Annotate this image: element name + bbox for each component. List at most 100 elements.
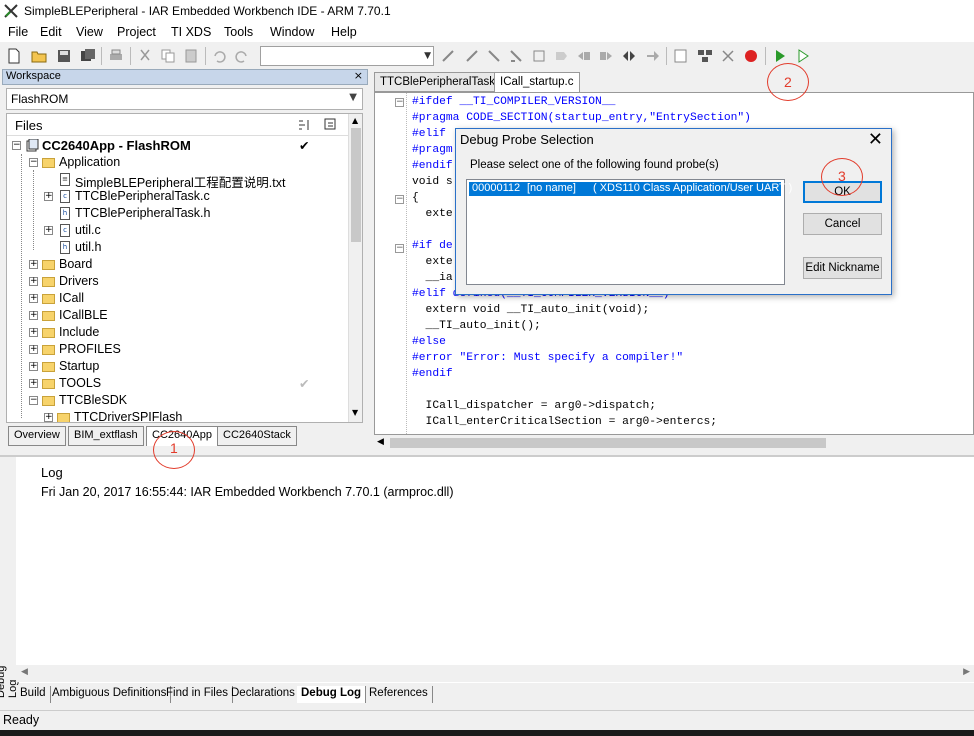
log-horizontal-scrollbar[interactable]: ◀ ▶	[16, 665, 974, 682]
prev-bookmark-icon[interactable]	[576, 48, 592, 64]
scroll-left-icon[interactable]: ◀	[21, 667, 28, 677]
compile-icon[interactable]	[673, 48, 689, 64]
tree-item-folder[interactable]: + Board	[7, 256, 347, 273]
menu-project[interactable]: Project	[117, 25, 156, 39]
fold-collapse-icon[interactable]: −	[395, 195, 404, 204]
cut-icon[interactable]	[137, 48, 153, 64]
tab-find-in-files[interactable]: Find in Files	[162, 686, 233, 703]
expand-icon[interactable]: +	[29, 345, 38, 354]
print-icon[interactable]	[108, 48, 124, 64]
scrollbar-thumb[interactable]	[390, 438, 826, 448]
expand-icon[interactable]: +	[29, 277, 38, 286]
tab-icall-startup-c[interactable]: ICall_startup.c	[494, 72, 580, 92]
tree-item-folder[interactable]: + Startup	[7, 358, 347, 375]
expand-icon[interactable]: +	[44, 226, 53, 235]
menu-help[interactable]: Help	[331, 25, 357, 39]
probe-list[interactable]: 00000112 [no name] ( XDS110 Class Applic…	[466, 179, 792, 285]
tab-debug-log[interactable]: Debug Log	[297, 686, 367, 703]
tree-item-project[interactable]: − CC2640App - FlashROM ✔	[7, 137, 347, 154]
menu-window[interactable]: Window	[270, 25, 314, 39]
cancel-button[interactable]: Cancel	[803, 213, 882, 235]
fold-collapse-icon[interactable]: −	[395, 244, 404, 253]
tab-ambiguous-definitions[interactable]: Ambiguous Definitions	[48, 686, 172, 703]
close-icon[interactable]: ✕	[868, 129, 883, 150]
find-next-icon[interactable]	[440, 48, 456, 64]
tab-ttcbleperipheraltask-c[interactable]: TTCBlePeripheralTask.c	[374, 72, 510, 92]
make-icon[interactable]	[697, 48, 713, 64]
breakpoint-icon[interactable]	[743, 48, 759, 64]
tree-item-folder[interactable]: − TTCBleSDK	[7, 392, 347, 409]
tree-item-file[interactable]: h TTCBlePeripheralTask.h	[7, 205, 347, 222]
tree-item-folder[interactable]: + PROFILES	[7, 341, 347, 358]
next-bookmark-icon[interactable]	[598, 48, 614, 64]
find-combo[interactable]: ▼	[260, 46, 434, 66]
debug-log-side-tab[interactable]: Debug Log	[0, 457, 19, 702]
chevron-down-icon[interactable]: ▼	[349, 92, 357, 103]
expand-icon[interactable]: +	[29, 311, 38, 320]
scroll-right-icon[interactable]: ▶	[963, 667, 970, 677]
tree-item-folder[interactable]: + ICallBLE	[7, 307, 347, 324]
tree-item-application[interactable]: − Application	[7, 154, 347, 171]
scroll-up-icon[interactable]: ▲	[352, 116, 358, 125]
menu-tools[interactable]: Tools	[224, 25, 253, 39]
tree-item-folder[interactable]: + ICall	[7, 290, 347, 307]
new-file-icon[interactable]	[6, 48, 22, 64]
tab-bim-extflash[interactable]: BIM_extflash	[68, 426, 144, 446]
collapse-icon[interactable]: −	[29, 396, 38, 405]
scroll-down-icon[interactable]: ▼	[352, 408, 358, 417]
download-and-debug-icon[interactable]	[772, 48, 788, 64]
replace-icon[interactable]	[508, 48, 524, 64]
go-to-icon[interactable]	[531, 48, 547, 64]
tree-item-folder[interactable]: + TOOLS ✔	[7, 375, 347, 392]
tree-item-file[interactable]: ≡ SimpleBLEPeripheral工程配置说明.txt	[7, 171, 347, 190]
sort-icon[interactable]	[296, 117, 312, 133]
stop-build-icon[interactable]	[720, 48, 736, 64]
menu-view[interactable]: View	[76, 25, 103, 39]
edit-nickname-button[interactable]: Edit Nickname	[803, 257, 882, 279]
expand-icon[interactable]: +	[29, 260, 38, 269]
navigate-icon[interactable]	[621, 48, 637, 64]
redo-icon[interactable]	[234, 48, 250, 64]
menu-edit[interactable]: Edit	[40, 25, 62, 39]
chevron-down-icon[interactable]: ▼	[424, 51, 431, 61]
probe-list-item[interactable]: 00000112 [no name] ( XDS110 Class Applic…	[469, 182, 792, 196]
configuration-select[interactable]: FlashROM ▼	[6, 88, 363, 110]
scrollbar-thumb[interactable]	[351, 128, 361, 242]
scroll-left-icon[interactable]: ◀	[377, 437, 384, 447]
paste-icon[interactable]	[183, 48, 199, 64]
tab-references[interactable]: References	[365, 686, 433, 703]
tree-item-file[interactable]: + c TTCBlePeripheralTask.c	[7, 188, 347, 205]
expand-icon[interactable]: +	[29, 294, 38, 303]
toggle-bookmark-icon[interactable]	[553, 48, 569, 64]
copy-icon[interactable]	[160, 48, 176, 64]
fold-collapse-icon[interactable]: −	[395, 98, 404, 107]
expand-icon[interactable]: +	[29, 379, 38, 388]
expand-icon[interactable]: +	[29, 362, 38, 371]
collapse-icon[interactable]: −	[29, 158, 38, 167]
tree-item-file[interactable]: + c util.c	[7, 222, 347, 239]
close-icon[interactable]: ×	[354, 69, 363, 82]
editor-horizontal-scrollbar[interactable]: ◀	[374, 435, 974, 451]
find-icon[interactable]	[486, 48, 502, 64]
expand-icon[interactable]: +	[44, 192, 53, 201]
debug-without-download-icon[interactable]	[795, 48, 811, 64]
save-all-icon[interactable]	[80, 48, 96, 64]
tab-overview[interactable]: Overview	[8, 426, 66, 446]
collapse-icon[interactable]: −	[12, 141, 21, 150]
tree-scrollbar[interactable]: ▲ ▼	[348, 114, 362, 422]
tab-cc2640stack[interactable]: CC2640Stack	[217, 426, 297, 446]
options-icon[interactable]	[323, 117, 339, 133]
save-icon[interactable]	[56, 48, 72, 64]
open-folder-icon[interactable]	[31, 48, 47, 64]
undo-icon[interactable]	[211, 48, 227, 64]
menu-ti-xds[interactable]: TI XDS	[171, 25, 211, 39]
tab-declarations[interactable]: Declarations	[227, 686, 300, 703]
tree-item-folder[interactable]: + Drivers	[7, 273, 347, 290]
expand-icon[interactable]: +	[44, 413, 53, 422]
tree-item-folder[interactable]: + Include	[7, 324, 347, 341]
find-prev-icon[interactable]	[464, 48, 480, 64]
expand-icon[interactable]: +	[29, 328, 38, 337]
tree-item-folder[interactable]: + TTCDriverSPIFlash	[7, 409, 347, 422]
tab-build[interactable]: Build	[16, 686, 51, 703]
navigate-forward-icon[interactable]	[645, 48, 661, 64]
